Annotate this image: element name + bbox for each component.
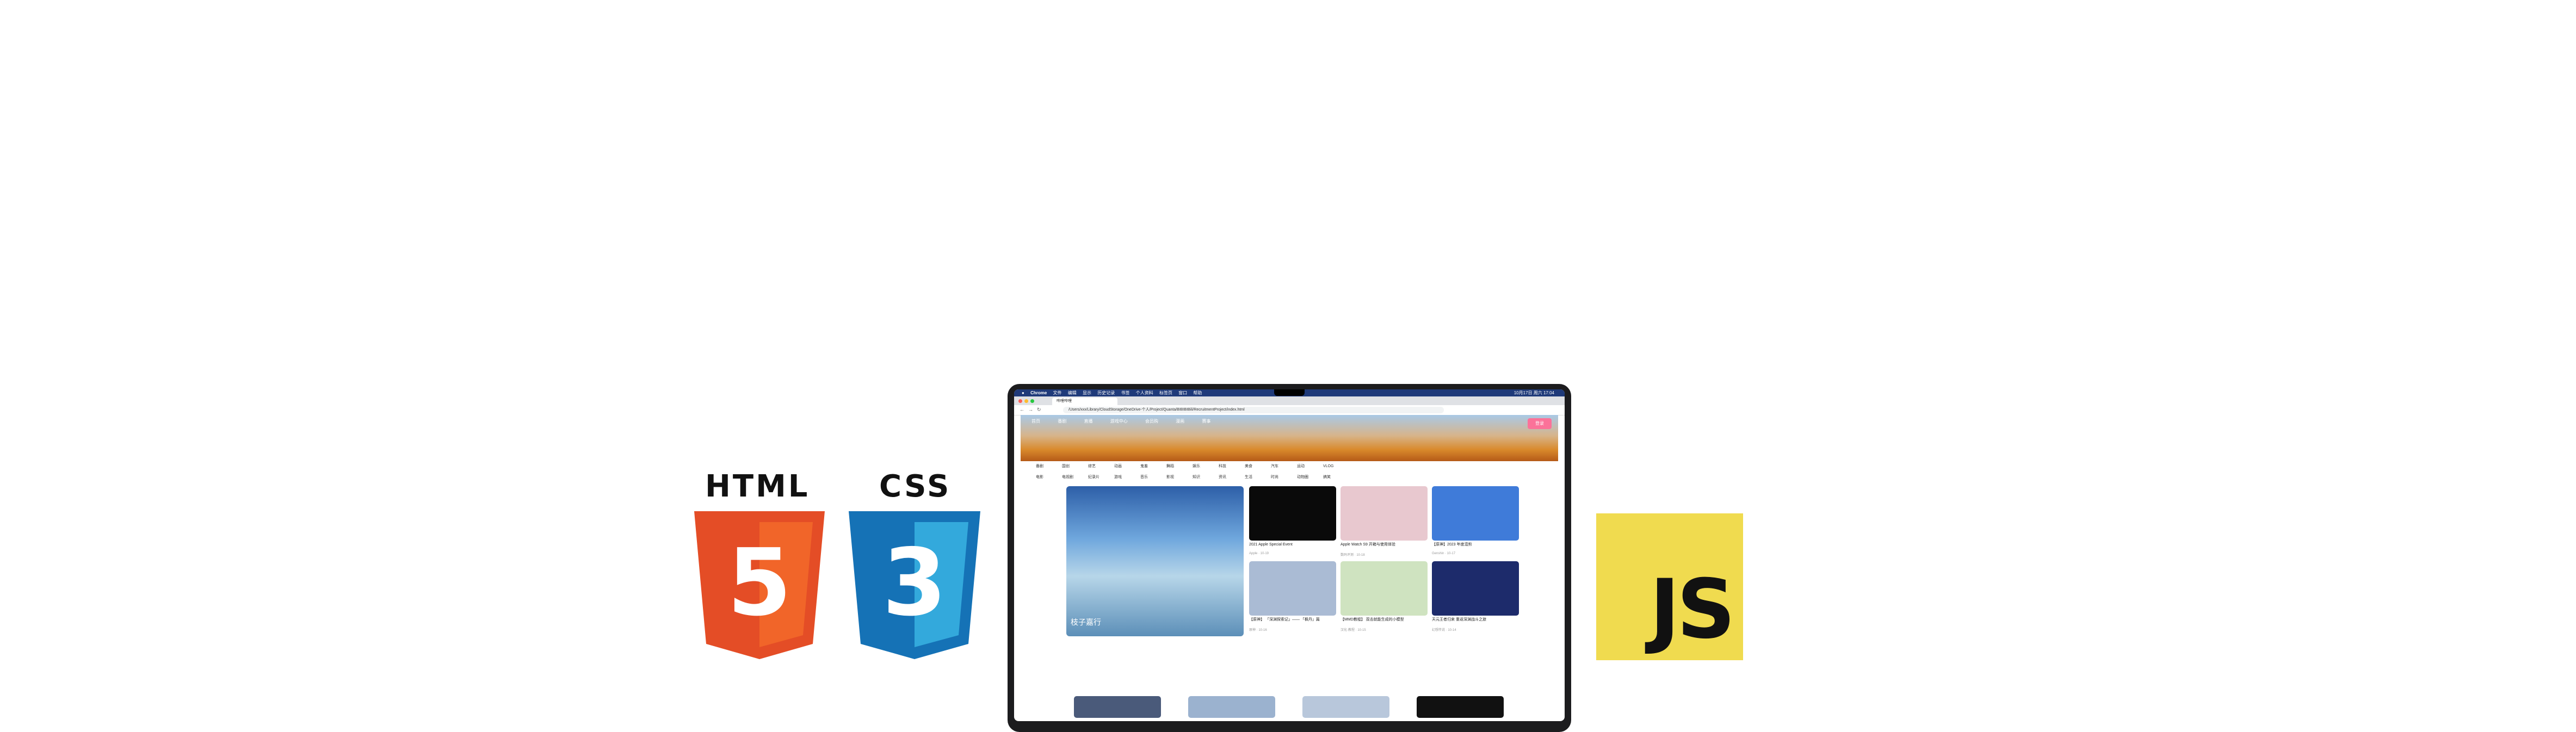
browser-tab[interactable]: 哔哩哔哩 [1052,398,1117,405]
url-input[interactable]: /Users/xxx/Library/CloudStorage/OneDrive… [1063,407,1444,413]
video-thumbnail[interactable] [1188,696,1275,718]
video-card[interactable]: 2021 Apple Special Event Apple · 10-19 [1249,486,1336,555]
category-item[interactable]: 娱乐 [1193,463,1219,469]
minimize-window-icon[interactable] [1024,399,1028,403]
category-item[interactable]: 生活 [1245,474,1271,480]
category-item[interactable]: 搞笑 [1323,474,1349,480]
video-title[interactable]: 【原神】2023 年度混剪 [1432,542,1519,552]
html5-number: 5 [727,529,792,637]
html5-shield-icon: 5 [694,511,825,659]
nav-item[interactable]: 赛事 [1202,419,1210,424]
category-menu: 番剧 国创 综艺 动画 鬼畜 舞蹈 娱乐 科技 美食 汽车 运动 VLOG 电影 电视剧 纪录片 游戏 音乐影… [1036,463,1417,485]
category-item[interactable]: 鬼畜 [1140,463,1166,469]
css-logo-label: CSS [879,469,952,504]
featured-carousel[interactable]: 枝子嘉行 [1066,486,1244,636]
video-thumbnail[interactable] [1302,696,1389,718]
category-item[interactable]: 影视 [1166,474,1193,480]
category-item[interactable]: 资讯 [1219,474,1245,480]
featured-caption: 枝子嘉行 [1071,618,1101,626]
menubar-clock: 10月17日 周六 17:04 [1514,390,1554,395]
category-item[interactable]: 科技 [1219,463,1245,469]
nav-item[interactable]: 游戏中心 [1110,419,1128,424]
video-meta: 数码评测 · 10-18 [1340,554,1365,557]
category-item[interactable]: 汽车 [1271,463,1297,469]
video-title[interactable]: 【MMD教程】 双击就能生成的小模型 [1340,617,1428,627]
video-thumbnail[interactable] [1340,486,1428,541]
video-thumbnail[interactable] [1432,561,1519,616]
apple-icon: ● [1022,390,1024,395]
video-card[interactable]: 【原神】 「深渊探索记」—— 「枫丹」篇 原神 · 10-16 [1249,561,1336,632]
menubar-item[interactable]: 编辑 [1068,390,1077,395]
laptop-screen: ● Chrome 文件 编辑 显示 历史记录 书签 个人资料 标签页 窗口 帮助… [1014,389,1565,721]
video-meta: Genshin · 10-17 [1432,552,1456,555]
category-item[interactable]: 美食 [1245,463,1271,469]
html-logo-label: HTML [705,469,810,504]
forward-arrow-icon[interactable]: → [1028,407,1033,412]
login-button[interactable]: 登录 [1528,418,1552,429]
menubar-item[interactable]: 文件 [1053,390,1062,395]
nav-item[interactable]: 直播 [1084,419,1092,424]
css3-number: 3 [882,529,947,637]
video-card[interactable]: 天元王者归来 重返深渊战斗之旅 幻想传说 · 10-14 [1432,561,1519,632]
category-item[interactable]: 音乐 [1140,474,1166,480]
category-item[interactable]: 知识 [1193,474,1219,480]
category-item[interactable]: 国创 [1062,463,1088,469]
video-card[interactable]: Apple Watch S9 开箱与使用体验 数码评测 · 10-18 [1340,486,1428,557]
category-item[interactable]: 动画 [1114,463,1140,469]
video-meta: 汉化·教程 · 10-15 [1340,629,1366,632]
menubar-item[interactable]: 历史记录 [1097,390,1115,395]
close-window-icon[interactable] [1018,399,1022,403]
menubar-item[interactable]: 窗口 [1178,390,1187,395]
category-item[interactable]: 综艺 [1088,463,1114,469]
reload-icon[interactable]: ↻ [1037,407,1041,413]
category-item[interactable]: 电视剧 [1062,474,1088,480]
category-item[interactable]: 动物圈 [1297,474,1323,480]
video-title[interactable]: Apple Watch S9 开箱与使用体验 [1340,542,1428,552]
menubar-item[interactable]: 书签 [1121,390,1129,395]
menubar-app: Chrome [1030,390,1047,395]
video-thumbnail[interactable] [1432,486,1519,541]
category-item[interactable]: 舞蹈 [1166,463,1193,469]
video-meta: Apple · 10-19 [1249,552,1269,555]
site-nav: 首页 番剧 直播 游戏中心 会员购 漫画 赛事 [1031,418,1227,424]
video-title[interactable]: 天元王者归来 重返深渊战斗之旅 [1432,617,1519,627]
camera-notch [1274,389,1305,396]
javascript-logo-icon: JS [1596,513,1743,660]
menubar-item[interactable]: 个人资料 [1136,390,1153,395]
video-thumbnail[interactable] [1340,561,1428,616]
nav-item[interactable]: 番剧 [1058,419,1066,424]
category-item[interactable]: 纪录片 [1088,474,1114,480]
category-item[interactable]: 游戏 [1114,474,1140,480]
css3-shield-icon: 3 [849,511,980,659]
browser-tabbar: 哔哩哔哩 [1014,396,1565,405]
browser-address-bar: ← → ↻ /Users/xxx/Library/CloudStorage/On… [1014,405,1565,415]
menubar-item[interactable]: 标签页 [1159,390,1172,395]
category-item[interactable]: 电影 [1036,474,1062,480]
category-item[interactable]: 运动 [1297,463,1323,469]
nav-item[interactable]: 会员购 [1145,419,1158,424]
video-card[interactable]: 【MMD教程】 双击就能生成的小模型 汉化·教程 · 10-15 [1340,561,1428,632]
category-item[interactable]: 时尚 [1271,474,1297,480]
video-thumbnail[interactable] [1074,696,1161,718]
category-item[interactable]: 番剧 [1036,463,1062,469]
menubar-item[interactable]: 显示 [1083,390,1091,395]
video-title[interactable]: 【原神】 「深渊探索记」—— 「枫丹」篇 [1249,617,1336,627]
video-thumbnail[interactable] [1249,486,1336,541]
back-arrow-icon[interactable]: ← [1020,407,1024,412]
video-title[interactable]: 2021 Apple Special Event [1249,542,1336,552]
video-meta: 原神 · 10-16 [1249,629,1267,632]
category-item[interactable]: VLOG [1323,464,1349,468]
nav-item[interactable]: 首页 [1031,419,1040,424]
site-header-banner: 首页 番剧 直播 游戏中心 会员购 漫画 赛事 登录 [1021,415,1558,461]
video-meta: 幻想传说 · 10-14 [1432,629,1456,632]
maximize-window-icon[interactable] [1030,399,1034,403]
menubar-item[interactable]: 帮助 [1193,390,1202,395]
nav-item[interactable]: 漫画 [1176,419,1184,424]
video-thumbnail[interactable] [1249,561,1336,616]
video-card[interactable]: 【原神】2023 年度混剪 Genshin · 10-17 [1432,486,1519,555]
js-logo-label: JS [1650,562,1735,657]
video-thumbnail[interactable] [1417,696,1504,718]
